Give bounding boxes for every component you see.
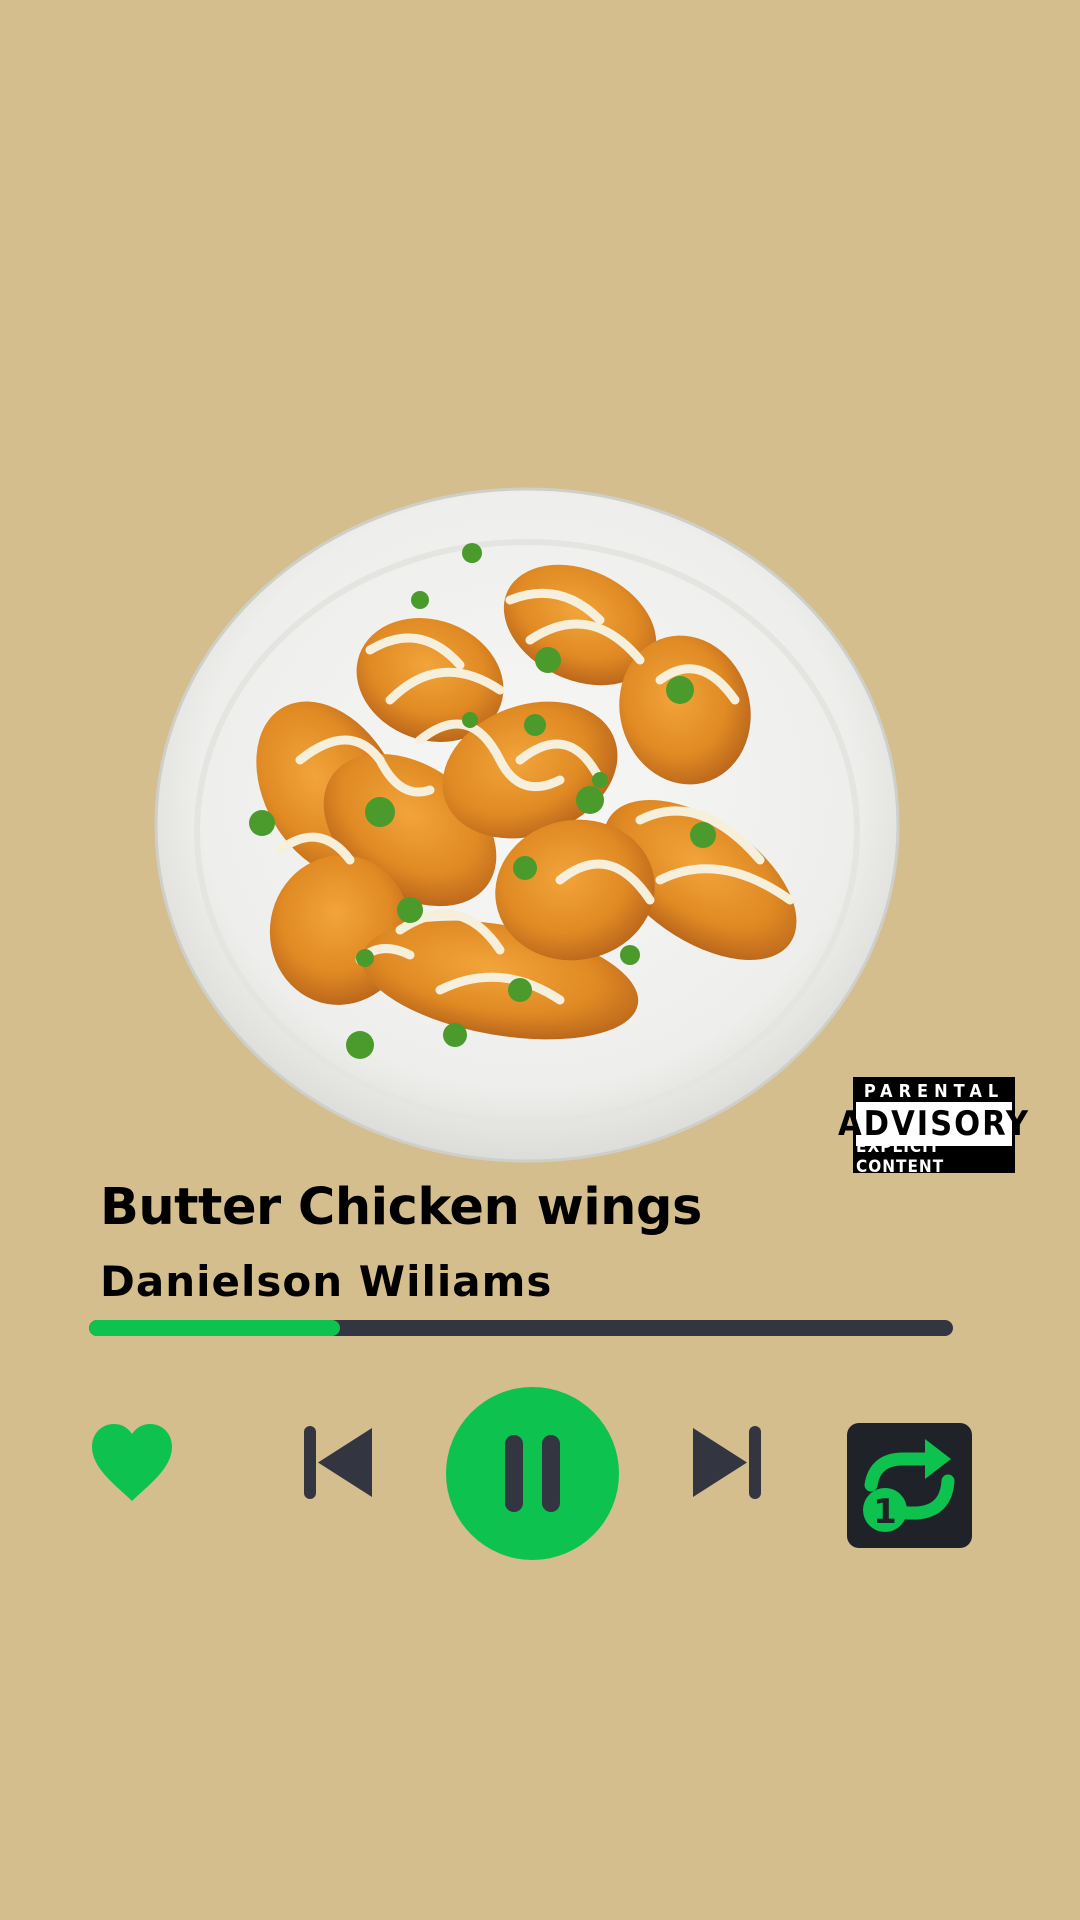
repeat-button[interactable]: 1	[847, 1423, 972, 1548]
play-pause-button[interactable]	[446, 1387, 619, 1560]
like-button[interactable]	[88, 1421, 176, 1503]
progress-bar-fill	[89, 1320, 340, 1336]
parental-advisory-badge: PARENTAL ADVISORY EXPLICIT CONTENT	[838, 1077, 1028, 1177]
artist-name: Danielson Wiliams	[100, 1257, 553, 1306]
skip-next-icon	[693, 1426, 761, 1499]
heart-icon	[92, 1424, 172, 1501]
advisory-line-parental: PARENTAL	[863, 1080, 1005, 1102]
previous-button[interactable]	[304, 1424, 374, 1501]
album-artwork	[154, 487, 900, 1163]
pause-icon	[446, 1387, 619, 1560]
repeat-one-badge: 1	[873, 1492, 897, 1532]
progress-bar[interactable]	[89, 1320, 953, 1336]
next-button[interactable]	[691, 1424, 761, 1501]
skip-previous-icon	[304, 1426, 372, 1499]
advisory-line-explicit: EXPLICIT CONTENT	[856, 1137, 945, 1177]
repeat-one-icon: 1	[847, 1423, 972, 1548]
song-title: Butter Chicken wings	[100, 1178, 702, 1237]
